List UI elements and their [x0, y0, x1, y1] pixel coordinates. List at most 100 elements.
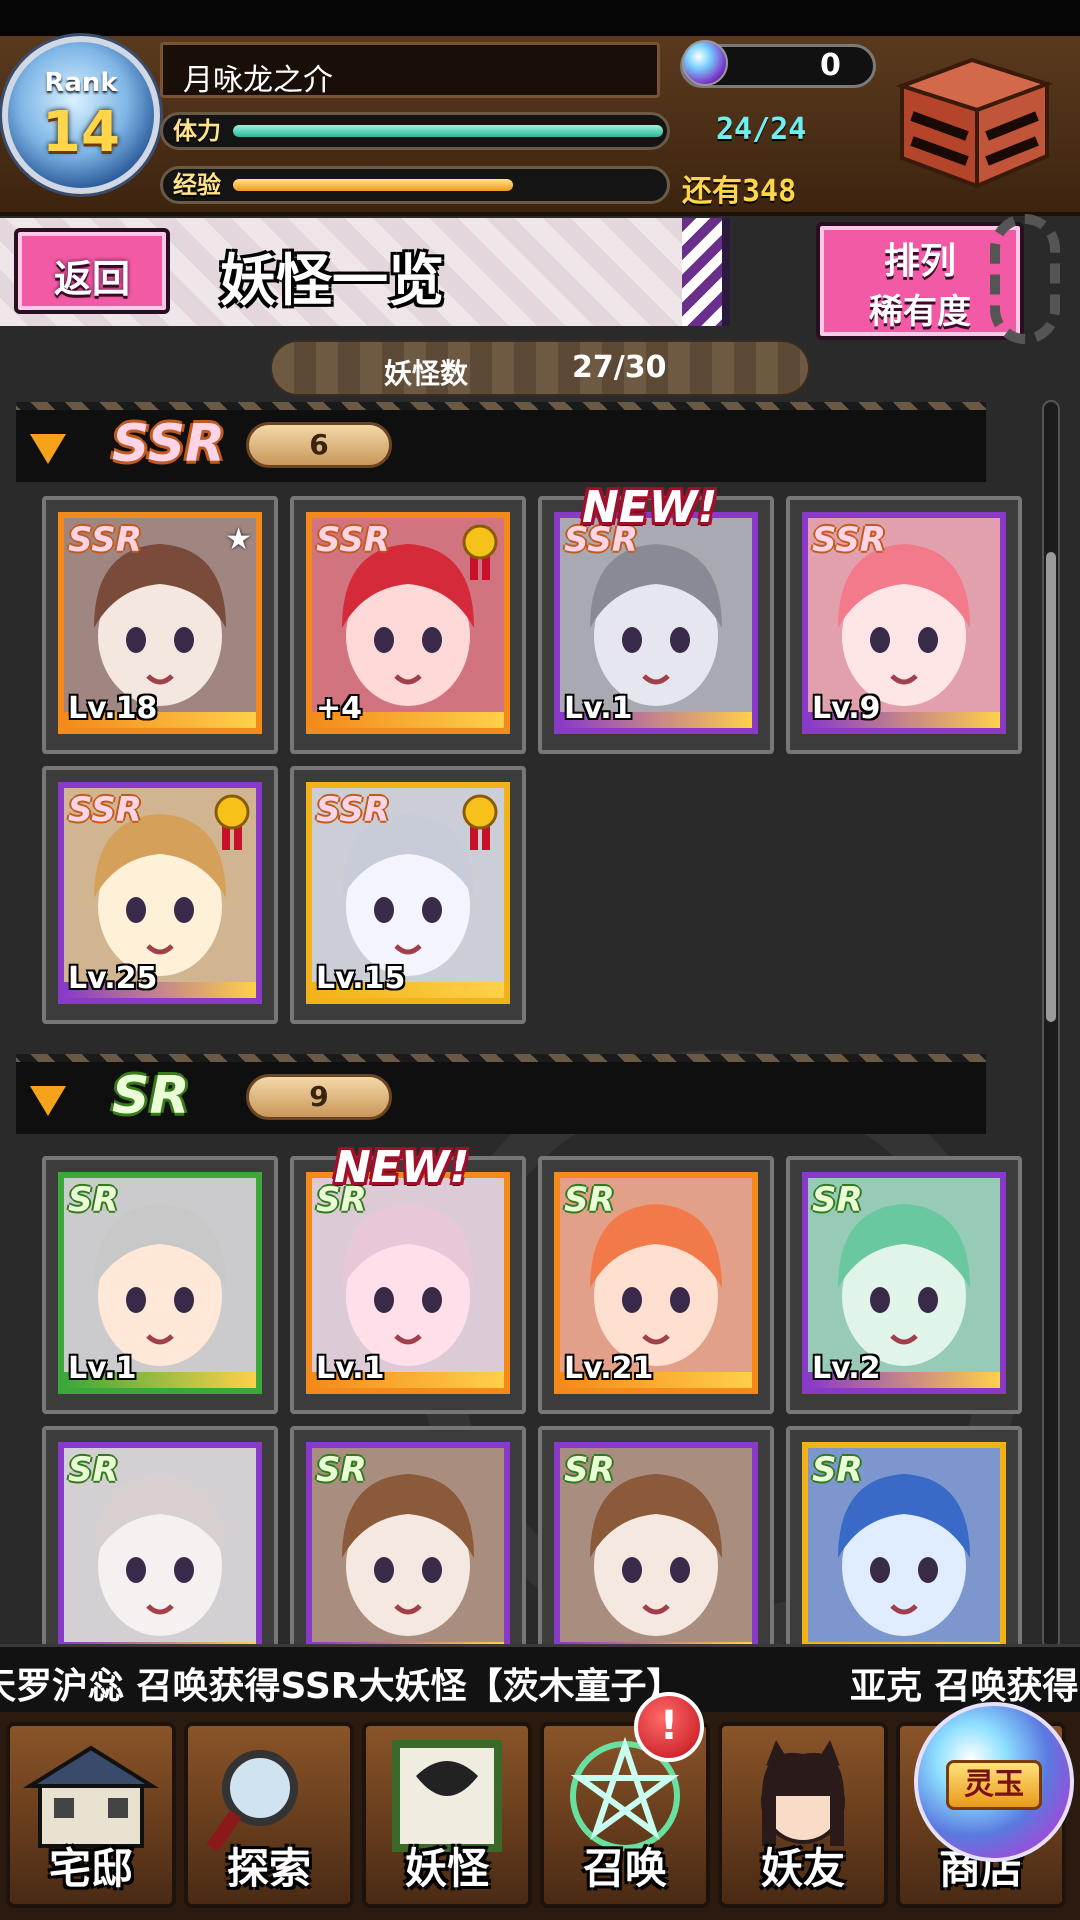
- card-rarity: SR: [812, 1450, 863, 1490]
- stamina-label: 体力: [173, 117, 221, 145]
- player-name-box: 月咏龙之介: [160, 42, 660, 98]
- card-frame: SSR Lv.9: [802, 512, 1006, 734]
- card-rarity: SR: [68, 1450, 119, 1490]
- yokai-card[interactable]: SR Lv.2: [786, 1156, 1022, 1414]
- card-rarity: SSR: [68, 790, 142, 830]
- card-frame: SR: [802, 1442, 1006, 1664]
- card-rarity: SSR: [316, 520, 390, 560]
- medal-icon: [462, 524, 498, 580]
- nav-home[interactable]: 宅邸: [6, 1722, 176, 1908]
- yokai-card[interactable]: SSR Lv.18 ★: [42, 496, 278, 754]
- ticker-message: 亚克 召唤获得: [850, 1666, 1079, 1707]
- card-frame: SSR Lv.25: [58, 782, 262, 1004]
- stamina-fill: [233, 125, 663, 137]
- nav-home-label: 宅邸: [48, 1844, 133, 1893]
- medal-icon: [214, 794, 250, 850]
- card-frame: SR Lv.1: [306, 1172, 510, 1394]
- nav-summon-label: 召唤: [582, 1844, 667, 1893]
- star-icon: ★: [225, 522, 252, 557]
- card-level: Lv.25: [68, 961, 158, 996]
- card-frame: SR Lv.1: [58, 1172, 262, 1394]
- spirit-orb-icon: [682, 40, 728, 86]
- section-sr[interactable]: SR 9: [16, 1054, 986, 1134]
- announcement-ticker: 天罗沪惢 召唤获得SSR大妖怪【茨木童子】 亚克 召唤获得: [0, 1644, 1080, 1712]
- yokai-count-label: 妖怪数: [384, 357, 469, 390]
- card-frame: SSR Lv.1: [554, 512, 758, 734]
- section-rarity-label: SSR: [112, 414, 226, 474]
- yokai-count-value: 27/30: [572, 350, 667, 385]
- card-frame: SR Lv.2: [802, 1172, 1006, 1394]
- stamina-bar: 体力: [160, 112, 670, 150]
- card-rarity: SR: [564, 1180, 615, 1220]
- yokai-card[interactable]: SR Lv.1: [42, 1156, 278, 1414]
- exp-remaining: 还有348: [682, 174, 797, 209]
- card-rarity: SSR: [316, 790, 390, 830]
- scrollbar-thumb[interactable]: [1046, 552, 1056, 1022]
- alert-badge: !: [634, 1692, 704, 1762]
- card-level: Lv.18: [68, 691, 158, 726]
- yokai-count-pill: 妖怪数 27/30: [270, 340, 810, 396]
- card-frame: SR: [58, 1442, 262, 1664]
- shop-tag: 灵玉: [946, 1760, 1042, 1810]
- nav-explore-label: 探索: [226, 1844, 311, 1893]
- gift-chest-icon[interactable]: [882, 46, 1062, 196]
- section-count: 6: [246, 422, 392, 468]
- back-button-label: 返回: [53, 257, 130, 301]
- back-button[interactable]: 返回: [14, 228, 170, 314]
- nav-yokai-label: 妖怪: [404, 1844, 489, 1893]
- card-frame: SSR +4: [306, 512, 510, 734]
- player-name: 月咏龙之介: [183, 63, 333, 98]
- yokai-card[interactable]: SSR Lv.9: [786, 496, 1022, 754]
- yokai-card[interactable]: SR Lv.1: [290, 1156, 526, 1414]
- card-level: Lv.2: [812, 1351, 881, 1386]
- rank-number: 14: [42, 100, 120, 165]
- section-rarity-label: SR: [112, 1066, 190, 1126]
- nav-friends-label: 妖友: [760, 1844, 845, 1893]
- gem-count: 0: [820, 48, 841, 83]
- card-level: +4: [316, 691, 363, 726]
- new-badge: NEW!: [334, 1142, 470, 1193]
- card-rarity: SSR: [812, 520, 886, 560]
- exp-fill: [233, 179, 513, 191]
- yokai-card[interactable]: SSR +4: [290, 496, 526, 754]
- collapse-triangle-icon[interactable]: [30, 1086, 66, 1116]
- card-level: Lv.9: [812, 691, 881, 726]
- card-level: Lv.1: [68, 1351, 137, 1386]
- new-badge: NEW!: [582, 482, 718, 533]
- card-frame: SR: [554, 1442, 758, 1664]
- card-frame: SR Lv.21: [554, 1172, 758, 1394]
- status-bar: [0, 0, 1080, 36]
- card-level: Lv.21: [564, 1351, 654, 1386]
- yokai-card[interactable]: SSR Lv.1: [538, 496, 774, 754]
- yokai-card[interactable]: SSR Lv.25: [42, 766, 278, 1024]
- card-level: Lv.1: [316, 1351, 385, 1386]
- rank-label: Rank: [44, 68, 118, 98]
- yokai-card[interactable]: SSR Lv.15: [290, 766, 526, 1024]
- section-count: 9: [246, 1074, 392, 1120]
- exp-label: 经验: [173, 171, 221, 199]
- nav-friends[interactable]: 妖友: [718, 1722, 888, 1908]
- card-level: Lv.1: [564, 691, 633, 726]
- card-rarity: SR: [316, 1450, 367, 1490]
- exp-bar: 经验: [160, 166, 670, 204]
- card-rarity: SR: [68, 1180, 119, 1220]
- card-rarity: SSR: [68, 520, 142, 560]
- nav-explore[interactable]: 探索: [184, 1722, 354, 1908]
- card-frame: SSR Lv.15: [306, 782, 510, 1004]
- card-rarity: SR: [812, 1180, 863, 1220]
- gear-icon: [990, 214, 1060, 344]
- ticker-message: 天罗沪惢 召唤获得SSR大妖怪【茨木童子】: [0, 1666, 683, 1707]
- yokai-card[interactable]: SR Lv.21: [538, 1156, 774, 1414]
- scrollbar[interactable]: [1042, 400, 1060, 1650]
- bottom-nav: 宅邸 探索 妖怪 召唤 妖友 商店: [0, 1712, 1080, 1920]
- card-frame: SSR Lv.18 ★: [58, 512, 262, 734]
- collapse-triangle-icon[interactable]: [30, 434, 66, 464]
- stamina-value: 24/24: [716, 112, 807, 147]
- card-level: Lv.15: [316, 961, 406, 996]
- card-rarity: SR: [564, 1450, 615, 1490]
- nav-yokai[interactable]: 妖怪: [362, 1722, 532, 1908]
- medal-icon: [462, 794, 498, 850]
- page-title: 妖怪一览: [220, 249, 444, 314]
- section-ssr[interactable]: SSR 6: [16, 402, 986, 482]
- card-frame: SR: [306, 1442, 510, 1664]
